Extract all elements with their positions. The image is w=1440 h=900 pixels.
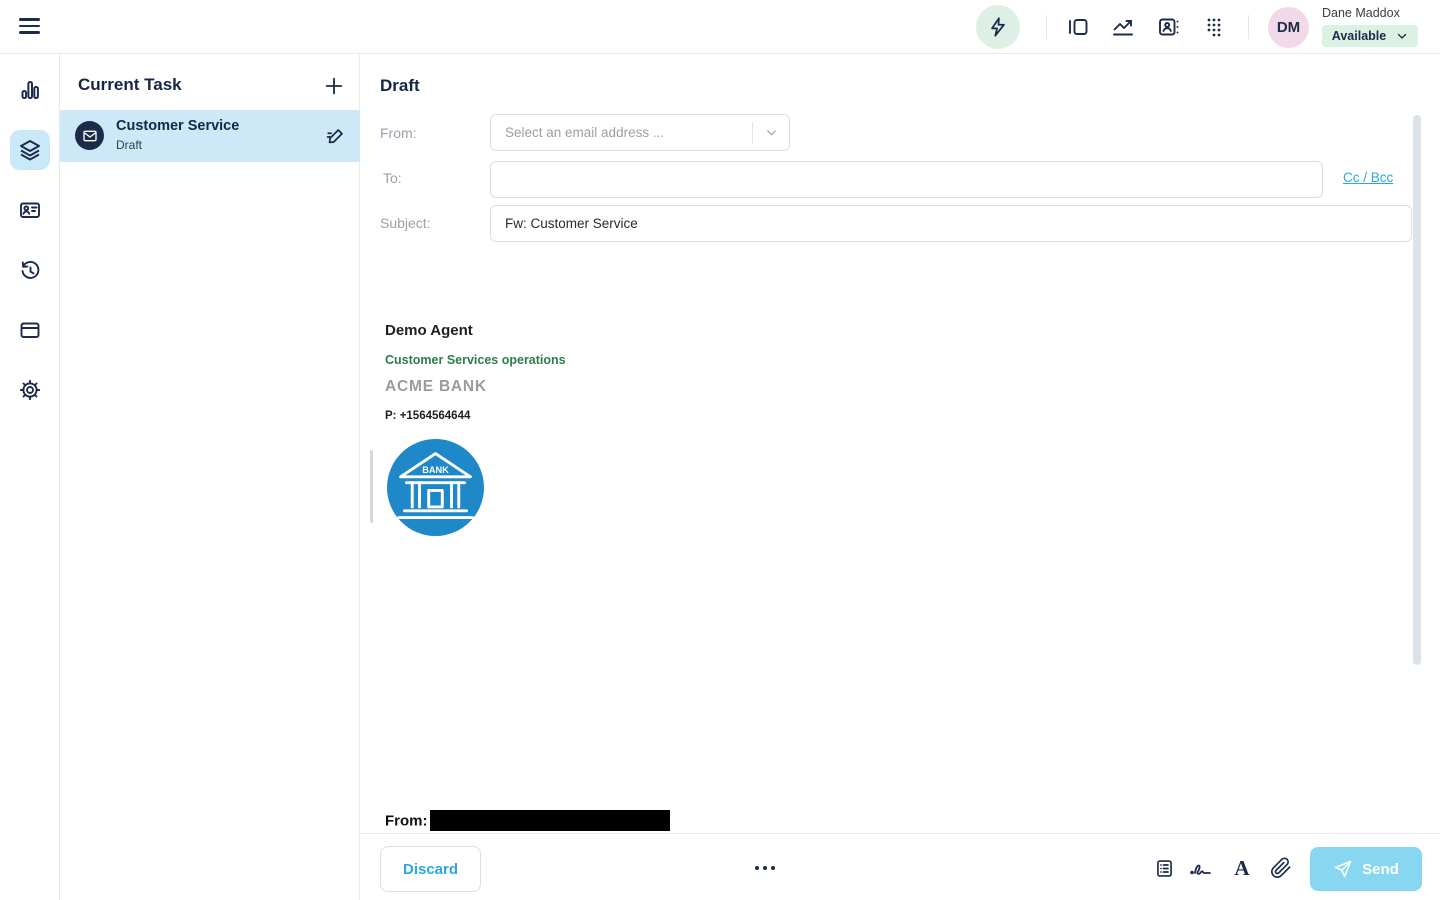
topbar-divider xyxy=(1046,15,1047,39)
quick-actions-button[interactable] xyxy=(976,5,1020,49)
email-draft-area: Draft From: Select an email address ... … xyxy=(360,54,1440,900)
contact-card-icon xyxy=(18,198,42,222)
paperclip-icon xyxy=(1270,857,1292,879)
more-options-button[interactable] xyxy=(753,856,777,880)
compose-footer: Discard xyxy=(360,833,1440,900)
email-body-editor[interactable]: Demo Agent Customer Services operations … xyxy=(360,251,1413,833)
edit-pen-icon[interactable] xyxy=(324,124,348,148)
quoted-from-label: From: xyxy=(385,812,428,829)
quoted-from-line: From: xyxy=(385,811,670,832)
sidebar-item-contacts[interactable] xyxy=(10,190,50,230)
panels-icon xyxy=(1066,15,1090,39)
lightning-icon xyxy=(987,16,1009,38)
editor-gutter-bar xyxy=(370,450,373,523)
left-sidebar xyxy=(0,54,60,900)
to-label: To: xyxy=(383,170,402,186)
from-label: From: xyxy=(380,125,417,141)
task-title: Customer Service xyxy=(116,118,239,134)
attach-file-button[interactable] xyxy=(1269,856,1293,880)
contacts-button[interactable] xyxy=(1156,15,1180,39)
sidebar-item-browser[interactable] xyxy=(10,310,50,350)
gear-icon xyxy=(18,378,42,402)
template-list-icon xyxy=(1154,858,1175,879)
panel-title: Current Task xyxy=(78,75,182,95)
availability-label: Available xyxy=(1332,29,1386,43)
reporting-button[interactable] xyxy=(1111,15,1135,39)
availability-dropdown[interactable]: Available xyxy=(1322,25,1418,47)
send-button[interactable]: Send xyxy=(1310,847,1422,891)
bar-chart-icon xyxy=(18,78,42,102)
sidebar-item-tasks[interactable] xyxy=(10,130,50,170)
discard-button[interactable]: Discard xyxy=(380,846,481,892)
signature-phone: P: +1564564644 xyxy=(385,410,470,422)
vertical-scrollbar-thumb[interactable] xyxy=(1413,115,1421,665)
topbar-divider xyxy=(1248,15,1249,39)
layers-icon xyxy=(18,138,42,162)
redacted-from-address xyxy=(430,810,670,831)
user-avatar[interactable]: DM xyxy=(1268,7,1309,48)
font-icon: A xyxy=(1234,858,1249,879)
task-list-item[interactable]: Customer Service Draft xyxy=(60,110,360,162)
cc-bcc-link[interactable]: Cc / Bcc xyxy=(1343,170,1393,185)
sidebar-item-dashboard[interactable] xyxy=(10,70,50,110)
contact-book-icon xyxy=(1156,15,1180,39)
line-chart-icon xyxy=(1111,15,1135,39)
send-label: Send xyxy=(1362,861,1399,878)
from-placeholder: Select an email address ... xyxy=(491,125,752,140)
history-clock-icon xyxy=(18,258,42,282)
panels-button[interactable] xyxy=(1066,15,1090,39)
chevron-down-icon xyxy=(753,126,789,139)
hamburger-menu-icon[interactable] xyxy=(17,15,43,39)
current-task-panel: Current Task Customer Service Draft xyxy=(60,54,360,900)
user-name: Dane Maddox xyxy=(1322,6,1400,20)
subject-label: Subject: xyxy=(380,215,431,231)
font-format-button[interactable]: A xyxy=(1230,856,1254,880)
plus-icon xyxy=(323,75,345,97)
templates-button[interactable] xyxy=(1152,856,1176,880)
envelope-icon xyxy=(75,121,104,150)
sidebar-item-settings[interactable] xyxy=(10,370,50,410)
apps-button[interactable] xyxy=(1202,15,1226,39)
ellipsis-icon xyxy=(755,866,775,870)
signature-company: ACME BANK xyxy=(385,378,487,396)
top-bar: DM Dane Maddox Available xyxy=(0,0,1440,54)
sidebar-item-history[interactable] xyxy=(10,250,50,290)
bank-logo: BANK xyxy=(387,439,484,536)
bank-logo-label: BANK xyxy=(422,465,449,475)
apps-grid-icon xyxy=(1202,15,1226,39)
signature-department: Customer Services operations xyxy=(385,353,566,367)
signature-icon xyxy=(1189,856,1213,880)
chevron-down-icon xyxy=(1396,30,1408,42)
from-address-select[interactable]: Select an email address ... xyxy=(490,114,790,151)
browser-window-icon xyxy=(18,318,42,342)
subject-input[interactable] xyxy=(490,205,1412,242)
draft-title: Draft xyxy=(380,76,420,96)
task-subtitle: Draft xyxy=(116,138,142,152)
paper-plane-icon xyxy=(1333,859,1353,879)
signature-name: Demo Agent xyxy=(385,322,473,339)
app-window: DM Dane Maddox Available xyxy=(0,0,1440,900)
add-task-button[interactable] xyxy=(323,75,345,97)
to-input[interactable] xyxy=(490,161,1323,198)
insert-signature-button[interactable] xyxy=(1189,856,1213,880)
